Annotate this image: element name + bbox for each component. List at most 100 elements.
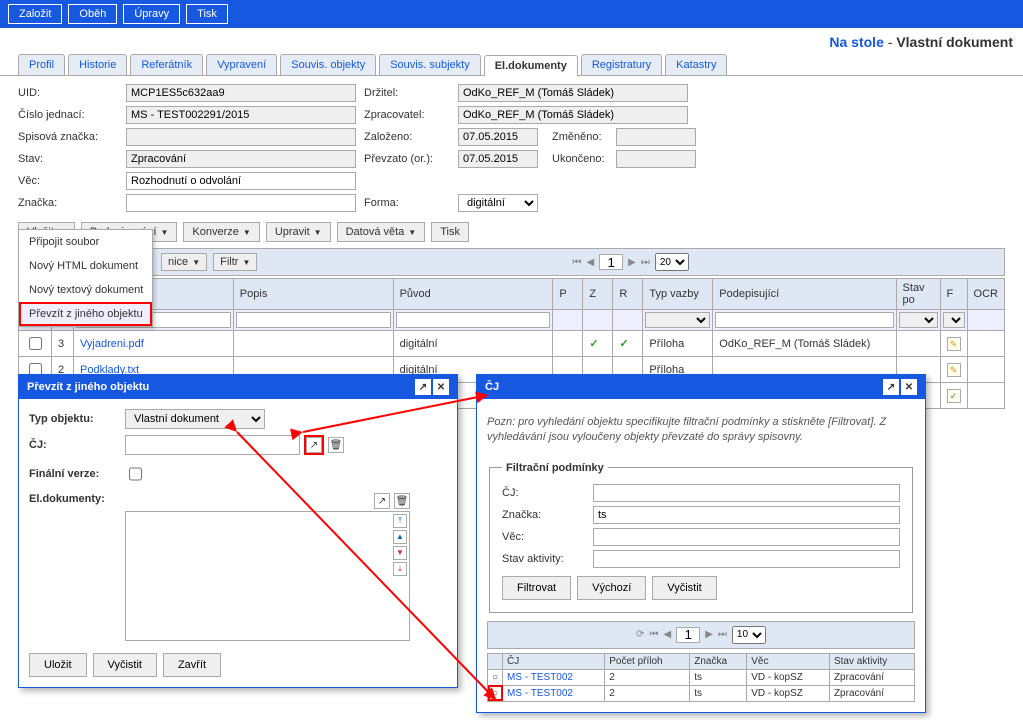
pager-next-icon[interactable]: ▶ xyxy=(628,257,636,268)
p2-vycistit-button[interactable]: Vyčistit xyxy=(652,576,716,600)
datova-veta-button[interactable]: Datová věta▼ xyxy=(337,222,426,242)
upravit-button[interactable]: Upravit▼ xyxy=(266,222,331,242)
vychozi-button[interactable]: Výchozí xyxy=(577,576,646,600)
tab-registratury[interactable]: Registratury xyxy=(581,54,662,75)
row-nazev-link[interactable]: Vyjadreni.pdf xyxy=(80,338,144,350)
dropdown-pripojit[interactable]: Připojit soubor xyxy=(19,230,152,254)
r-col-znacka[interactable]: Značka xyxy=(690,653,747,669)
tab-souvis-subjekty[interactable]: Souvis. subjekty xyxy=(379,54,480,75)
vec-field[interactable] xyxy=(126,172,356,190)
konverze-button[interactable]: Konverze▼ xyxy=(183,222,259,242)
refresh-icon[interactable]: ⟳ xyxy=(636,629,644,640)
tisk-button[interactable]: Tisk xyxy=(431,222,469,242)
row-cj-link[interactable]: MS - TEST002 xyxy=(507,672,573,683)
panel-cj-input[interactable] xyxy=(125,435,300,455)
col-ocr[interactable]: OCR xyxy=(967,279,1004,310)
move-down-icon[interactable]: ▼ xyxy=(393,546,407,560)
filter-stav[interactable] xyxy=(899,312,938,328)
eldok-clear-icon[interactable]: 🗑 xyxy=(394,493,410,509)
typ-objektu-select[interactable]: Vlastní dokument xyxy=(125,409,265,429)
col-r[interactable]: R xyxy=(613,279,643,310)
eldok-listbox[interactable]: ⤒ ▲ ▼ ⤓ xyxy=(125,511,410,641)
p2-page-input[interactable] xyxy=(676,627,700,643)
pager-next-icon[interactable]: ▶ xyxy=(705,629,713,640)
col-stav[interactable]: Stav po xyxy=(896,279,940,310)
s-cj-input[interactable] xyxy=(593,484,900,502)
pager-last-icon[interactable]: ⏭ xyxy=(641,257,650,268)
clear-icon[interactable]: 🗑 xyxy=(328,437,344,453)
s-stav-input[interactable] xyxy=(593,550,900,568)
tab-vypraveni[interactable]: Vypravení xyxy=(206,54,277,75)
dropdown-novy-html[interactable]: Nový HTML dokument xyxy=(19,254,152,278)
col-typ[interactable]: Typ vazby xyxy=(643,279,713,310)
col-puvod[interactable]: Původ xyxy=(393,279,553,310)
table-row[interactable]: 3 Vyjadreni.pdf digitální ✓ ✓ Příloha Od… xyxy=(19,331,1005,357)
row-checkbox[interactable] xyxy=(29,337,42,350)
cj-panel-header[interactable]: ČJ ↗ ✕ xyxy=(477,375,925,399)
znacka-field[interactable] xyxy=(126,194,356,212)
pager-page-input[interactable] xyxy=(599,254,623,270)
filter-popis[interactable] xyxy=(236,312,391,328)
lookup-icon[interactable]: ↗ xyxy=(306,437,322,453)
stranice-button[interactable]: nice▼ xyxy=(161,253,207,271)
row-radio[interactable]: ○ xyxy=(488,685,503,701)
pager-first-icon[interactable]: ⏮ xyxy=(649,629,658,640)
tab-souvis-objekty[interactable]: Souvis. objekty xyxy=(280,54,376,75)
tab-eldokumenty[interactable]: El.dokumenty xyxy=(484,55,578,76)
pager-last-icon[interactable]: ⏭ xyxy=(718,629,727,640)
move-bottom-icon[interactable]: ⤓ xyxy=(393,562,407,576)
row-radio[interactable]: ○ xyxy=(488,669,503,685)
p2-perpage-select[interactable]: 10 xyxy=(732,626,766,644)
dropdown-novy-text[interactable]: Nový textový dokument xyxy=(19,278,152,302)
tab-referatnik[interactable]: Referátník xyxy=(130,54,203,75)
top-btn-1[interactable]: Oběh xyxy=(68,4,117,24)
row-f[interactable]: ✎ xyxy=(940,331,967,357)
filtr-button[interactable]: Filtr▼ xyxy=(213,253,257,271)
final-checkbox[interactable] xyxy=(129,464,142,484)
r-col-cj[interactable]: ČJ xyxy=(503,653,605,669)
pager-first-icon[interactable]: ⏮ xyxy=(572,257,581,268)
top-btn-2[interactable]: Úpravy xyxy=(123,4,180,24)
filter-typ[interactable] xyxy=(645,312,710,328)
prevzit-panel-header[interactable]: Převzít z jiného objektu ↗ ✕ xyxy=(19,375,457,399)
tab-profil[interactable]: Profil xyxy=(18,54,65,75)
filter-puvod[interactable] xyxy=(396,312,551,328)
s-vec-input[interactable] xyxy=(593,528,900,546)
col-f[interactable]: F xyxy=(940,279,967,310)
r-col-stav[interactable]: Stav aktivity xyxy=(829,653,914,669)
row-cj-link[interactable]: MS - TEST002 xyxy=(507,688,573,699)
ulozit-button[interactable]: Uložit xyxy=(29,653,87,677)
r-col-pril[interactable]: Počet příloh xyxy=(605,653,690,669)
tab-katastry[interactable]: Katastry xyxy=(665,54,727,75)
col-z[interactable]: Z xyxy=(583,279,613,310)
zavrit-button[interactable]: Zavřít xyxy=(163,653,221,677)
eldok-lookup-icon[interactable]: ↗ xyxy=(374,493,390,509)
tab-historie[interactable]: Historie xyxy=(68,54,127,75)
close-icon[interactable]: ✕ xyxy=(433,379,449,395)
row-f[interactable]: ✓ xyxy=(940,383,967,409)
result-row[interactable]: ○ MS - TEST002 2 ts VD - kopSZ Zpracován… xyxy=(488,685,915,701)
col-popis[interactable]: Popis xyxy=(233,279,393,310)
pager-prev-icon[interactable]: ◀ xyxy=(663,629,671,640)
filter-f[interactable] xyxy=(943,312,965,328)
r-col-vec[interactable]: Věc xyxy=(747,653,830,669)
move-up-icon[interactable]: ▲ xyxy=(393,530,407,544)
s-znacka-input[interactable] xyxy=(593,506,900,524)
expand-icon[interactable]: ↗ xyxy=(883,379,899,395)
col-p[interactable]: P xyxy=(553,279,583,310)
pager-prev-icon[interactable]: ◀ xyxy=(586,257,594,268)
vycistit-button[interactable]: Vyčistit xyxy=(93,653,157,677)
forma-select[interactable]: digitální xyxy=(458,194,538,212)
pager-perpage-select[interactable]: 20 xyxy=(655,253,689,271)
expand-icon[interactable]: ↗ xyxy=(415,379,431,395)
row-f[interactable]: ✎ xyxy=(940,357,967,383)
col-podep[interactable]: Podepisující xyxy=(713,279,896,310)
result-row[interactable]: ○ MS - TEST002 2 ts VD - kopSZ Zpracován… xyxy=(488,669,915,685)
top-btn-0[interactable]: Založit xyxy=(8,4,62,24)
dropdown-prevzit[interactable]: Převzít z jiného objektu xyxy=(19,302,152,326)
close-icon[interactable]: ✕ xyxy=(901,379,917,395)
filter-podep[interactable] xyxy=(715,312,893,328)
top-btn-3[interactable]: Tisk xyxy=(186,4,228,24)
move-top-icon[interactable]: ⤒ xyxy=(393,514,407,528)
filtrovat-button[interactable]: Filtrovat xyxy=(502,576,571,600)
